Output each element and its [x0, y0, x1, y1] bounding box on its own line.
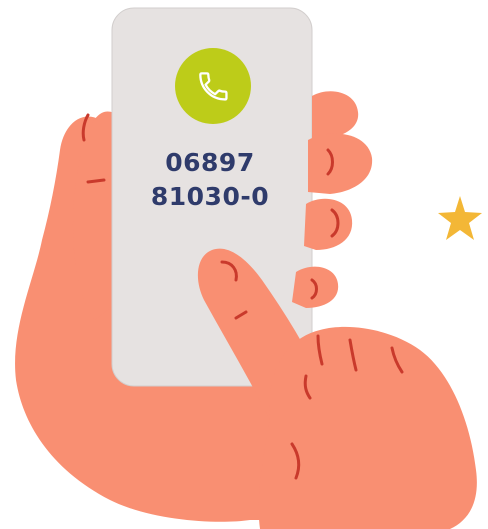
- right-hand-back: [258, 326, 477, 529]
- phone-number-display: 06897 81030-0: [140, 146, 280, 214]
- illustration-canvas: [15, 7, 482, 529]
- call-button[interactable]: [175, 48, 251, 124]
- finger-1: [312, 91, 359, 138]
- phone-number-line-1: 06897: [165, 148, 255, 177]
- left-thumb-crease: [86, 178, 106, 184]
- star-icon: [438, 196, 482, 240]
- finger-3: [304, 198, 353, 250]
- finger-2: [308, 133, 373, 194]
- phone-number-line-2: 81030-0: [150, 182, 270, 211]
- phone-call-illustration: 06897 81030-0: [0, 0, 488, 529]
- call-button-circle[interactable]: [175, 48, 251, 124]
